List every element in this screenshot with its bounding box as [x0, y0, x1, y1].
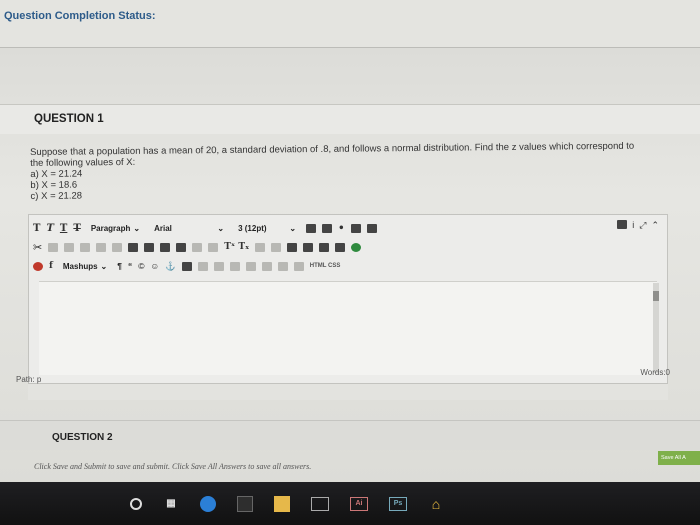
strikethrough-button[interactable]: T — [73, 223, 80, 234]
preview-icon[interactable] — [617, 220, 628, 229]
align-center-icon[interactable] — [144, 242, 155, 252]
font-size-value: 3 (12pt) — [238, 223, 267, 233]
chevron-down-icon: ⌄ — [217, 223, 225, 233]
paragraph-rtl-icon[interactable] — [303, 242, 314, 252]
answer-text-area[interactable] — [39, 281, 657, 375]
indent-icon[interactable] — [192, 242, 203, 252]
edge-browser-icon[interactable] — [200, 495, 216, 512]
copy-icon[interactable] — [48, 242, 59, 252]
quote-icon[interactable]: “ — [128, 261, 132, 271]
editor-toolbar-row3: f Mashups ⌄ ¶ “ © ☺ ⚓ HTML CSS — [33, 257, 340, 275]
table-props-icon[interactable] — [293, 261, 304, 271]
editor-right-tools: i ⤢ ⌃ — [617, 220, 659, 231]
mashups-label: Mashups — [62, 261, 98, 271]
font-size-select[interactable]: 3 (12pt) ⌄ — [234, 221, 300, 235]
expand-icon[interactable]: ⤢ — [639, 220, 646, 231]
paragraph-ltr-icon[interactable] — [287, 242, 298, 252]
word-count: Words:0 — [640, 368, 670, 377]
completion-status-bar: Question Completion Status: — [0, 0, 700, 48]
html-css-buttons[interactable]: HTML CSS — [310, 263, 341, 269]
bullet-list-icon[interactable] — [306, 223, 317, 233]
windows-taskbar: ▦ Ai Ps ⌂ — [0, 482, 700, 525]
question1-label: QUESTION 1 — [34, 113, 104, 125]
spellcheck-icon[interactable] — [351, 242, 362, 252]
table-split-icon[interactable] — [261, 261, 272, 271]
underline-button[interactable]: T — [60, 223, 67, 234]
photoshop-icon[interactable]: Ps — [389, 496, 407, 511]
copyright-icon[interactable]: © — [138, 261, 144, 271]
bold-button[interactable]: T — [33, 223, 40, 234]
undo-icon[interactable] — [96, 242, 107, 252]
table-cell-icon[interactable] — [229, 261, 240, 271]
editor-toolbar-row1: T T T T Paragraph ⌄ Arial ⌄ 3 (12pt) ⌄ • — [33, 219, 377, 237]
table-row-icon[interactable] — [197, 261, 208, 271]
search-circle-icon[interactable] — [130, 497, 142, 510]
completion-status-title: Question Completion Status: — [4, 10, 156, 22]
anchor-icon[interactable]: ⚓ — [165, 261, 176, 272]
paragraph-select[interactable]: Paragraph ⌄ — [87, 221, 144, 235]
task-view-icon[interactable]: ▦ — [163, 496, 179, 512]
nonbreaking-space-icon[interactable] — [335, 242, 346, 252]
illustrator-icon[interactable]: Ai — [350, 496, 368, 511]
paragraph-value: Paragraph — [90, 223, 131, 233]
align-left-icon[interactable] — [128, 242, 139, 252]
record-icon[interactable] — [33, 261, 43, 271]
editor-path: Path: p — [16, 375, 42, 384]
eraser-icon[interactable] — [366, 223, 377, 233]
numbered-list-icon[interactable] — [322, 223, 333, 233]
table-merge-icon[interactable] — [245, 261, 256, 271]
collapse-toolbar-icon[interactable]: ⌃ — [651, 220, 659, 231]
font-select[interactable]: Arial ⌄ — [150, 221, 228, 235]
mashups-menu[interactable]: Mashups ⌄ — [59, 259, 111, 273]
formula-icon[interactable]: f — [49, 261, 53, 271]
scrollbar-thumb[interactable] — [653, 291, 659, 301]
redo-icon[interactable] — [112, 242, 123, 252]
pen-icon[interactable] — [350, 223, 361, 233]
info-icon[interactable]: i — [632, 220, 634, 231]
emoji-icon[interactable]: ☺ — [151, 261, 160, 271]
pilcrow-icon[interactable]: ¶ — [117, 261, 122, 271]
link-icon[interactable] — [255, 242, 266, 252]
save-all-answers-button[interactable]: Save All A — [658, 451, 700, 465]
cut-icon[interactable]: ✂ — [33, 241, 42, 254]
films-app-icon[interactable] — [237, 495, 253, 512]
question1-header — [0, 104, 700, 134]
editor-scrollbar[interactable] — [653, 283, 659, 373]
chevron-down-icon: ⌄ — [133, 223, 141, 233]
table-col-icon[interactable] — [213, 261, 224, 271]
submit-instructions: Click Save and Submit to save and submit… — [34, 462, 312, 471]
question2-label: QUESTION 2 — [52, 432, 113, 443]
chevron-down-icon: ⌄ — [100, 261, 108, 271]
font-value: Arial — [154, 223, 172, 233]
horizontal-rule-icon[interactable] — [319, 242, 330, 252]
editor-path-bar — [28, 384, 668, 400]
paste-icon[interactable] — [64, 242, 75, 252]
home-icon[interactable]: ⌂ — [428, 496, 444, 512]
align-justify-icon[interactable] — [176, 242, 187, 252]
browser-content: Question Completion Status: QUESTION 1 S… — [0, 0, 700, 490]
outdent-icon[interactable] — [208, 242, 219, 252]
file-explorer-icon[interactable] — [274, 495, 290, 512]
italic-button[interactable]: T — [46, 223, 53, 234]
table-delete-icon[interactable] — [277, 261, 288, 271]
answer-editor: T T T T Paragraph ⌄ Arial ⌄ 3 (12pt) ⌄ • — [28, 214, 668, 384]
align-right-icon[interactable] — [160, 242, 171, 252]
app-window-icon[interactable] — [311, 496, 329, 511]
table-icon[interactable] — [181, 261, 192, 271]
unlink-icon[interactable] — [271, 242, 282, 252]
chevron-down-icon: ⌄ — [289, 223, 297, 233]
find-icon[interactable] — [80, 242, 91, 252]
superscript-subscript-buttons[interactable]: Tˣ Tₓ — [224, 242, 249, 252]
editor-toolbar-row2: ✂ Tˣ Tₓ — [33, 238, 362, 256]
question1-text: Suppose that a population has a mean of … — [30, 140, 671, 202]
text-color-icon[interactable]: • — [338, 223, 344, 234]
